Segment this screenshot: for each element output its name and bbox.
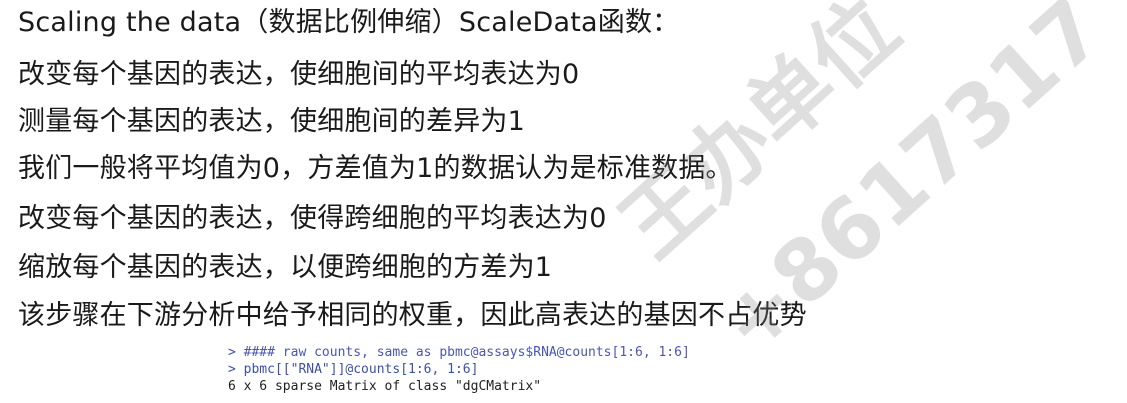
text-line: 缩放每个基因的表达，以便跨细胞的方差为1 bbox=[18, 252, 553, 283]
code-comment: #### raw counts, same as pbmc@assays$RNA… bbox=[243, 345, 690, 360]
console-prompt: > bbox=[228, 345, 236, 360]
text-line: 改变每个基因的表达，使细胞间的平均表达为0 bbox=[18, 59, 580, 90]
text-line: 我们一般将平均值为0，方差值为1的数据认为是标准数据。 bbox=[18, 153, 733, 184]
text-line: 改变每个基因的表达，使得跨细胞的平均表达为0 bbox=[18, 203, 607, 234]
text-line: 该步骤在下游分析中给予相同的权重，因此高表达的基因不占优势 bbox=[18, 300, 807, 331]
code-command-line: > pbmc[["RNA"]]@counts[1:6, 1:6] bbox=[228, 361, 690, 378]
code-command: pbmc[["RNA"]]@counts[1:6, 1:6] bbox=[243, 362, 479, 377]
code-output-line: 6 x 6 sparse Matrix of class "dgCMatrix" bbox=[228, 378, 690, 395]
code-output: 6 x 6 sparse Matrix of class "dgCMatrix" bbox=[228, 379, 542, 394]
code-comment-line: > #### raw counts, same as pbmc@assays$R… bbox=[228, 344, 690, 361]
code-console: > #### raw counts, same as pbmc@assays$R… bbox=[228, 344, 690, 395]
slide: Scaling the data（数据比例伸缩）ScaleData函数： 改变每… bbox=[0, 0, 1127, 403]
slide-title: Scaling the data（数据比例伸缩）ScaleData函数： bbox=[18, 7, 680, 38]
text-line: 测量每个基因的表达，使细胞间的差异为1 bbox=[18, 106, 525, 137]
console-prompt: > bbox=[228, 362, 236, 377]
